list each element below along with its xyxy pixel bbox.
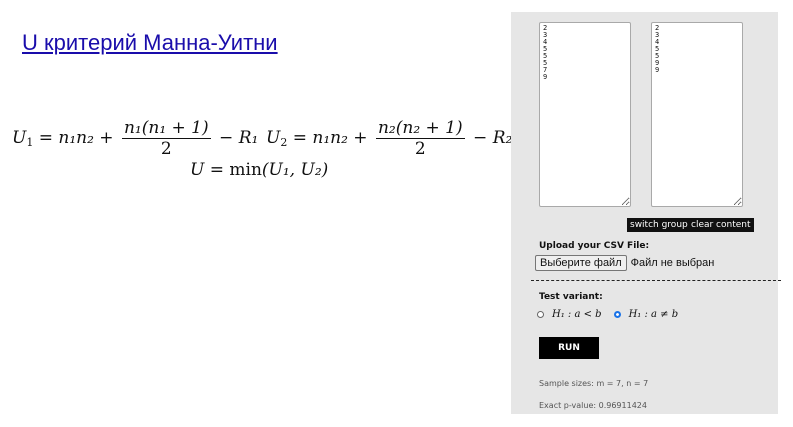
radio-not-equal[interactable] bbox=[613, 311, 621, 318]
divider bbox=[531, 280, 781, 281]
radio-less[interactable] bbox=[537, 311, 544, 318]
u2-numerator: n₂(n₂ + 1) bbox=[375, 118, 465, 139]
u-symbol: U = bbox=[190, 160, 230, 180]
u1-product: = n₁n₂ + bbox=[33, 128, 114, 148]
u2-denominator: 2 bbox=[414, 139, 426, 159]
u1-fraction: n₁(n₁ + 1) 2 bbox=[121, 118, 211, 159]
formula-u2: U 2 = n₁n₂ + n₂(n₂ + 1) 2 − R₂ bbox=[266, 118, 512, 159]
u1-symbol: U bbox=[12, 128, 27, 148]
test-variant-options: H₁ : a < b H₁ : a ≠ b bbox=[537, 309, 678, 320]
min-arguments: (U₁, U₂) bbox=[261, 160, 329, 180]
u2-product: = n₁n₂ + bbox=[287, 128, 368, 148]
u2-rank-sum: − R₂ bbox=[473, 128, 513, 148]
u1-rank-sum: − R₁ bbox=[219, 128, 259, 148]
u1-denominator: 2 bbox=[160, 139, 172, 159]
formula-u1: U1 = n₁n₂ + n₁(n₁ + 1) 2 − R₁ bbox=[12, 118, 258, 159]
u1-numerator: n₁(n₁ + 1) bbox=[121, 118, 211, 139]
test-variant-label: Test variant: bbox=[539, 292, 603, 302]
switch-groups-button[interactable]: switch groups bbox=[627, 218, 696, 232]
page-title[interactable]: U критерий Манна-Уитни bbox=[22, 30, 278, 56]
file-upload: Выберите файл Файл не выбран bbox=[535, 255, 714, 271]
choose-file-button[interactable]: Выберите файл bbox=[535, 255, 627, 271]
option-neq-label[interactable]: H₁ : a ≠ b bbox=[629, 309, 679, 320]
min-function: min bbox=[229, 160, 262, 180]
upload-label: Upload your CSV File: bbox=[539, 241, 650, 251]
group2-input[interactable] bbox=[651, 22, 743, 207]
option-less-label[interactable]: H₁ : a < b bbox=[552, 309, 602, 320]
test-panel: switch groups clear content Upload your … bbox=[511, 12, 781, 414]
p-value-text: Exact p-value: 0.96911424 bbox=[539, 401, 647, 410]
u2-fraction: n₂(n₂ + 1) 2 bbox=[375, 118, 465, 159]
group1-input[interactable] bbox=[539, 22, 631, 207]
run-button[interactable]: RUN bbox=[539, 337, 599, 359]
file-status: Файл не выбран bbox=[630, 257, 715, 269]
u2-symbol: U bbox=[266, 128, 281, 148]
clear-content-button[interactable]: clear content bbox=[688, 218, 754, 232]
formula-u-min: U = min(U₁, U₂) bbox=[190, 160, 328, 180]
sample-sizes-text: Sample sizes: m = 7, n = 7 bbox=[539, 379, 649, 388]
